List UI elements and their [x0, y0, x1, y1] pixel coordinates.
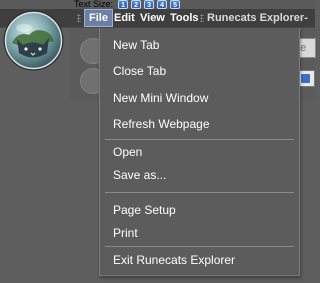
- menu-item-close-tab[interactable]: Close Tab: [113, 64, 166, 78]
- text-size-control: Text Size: 1 2 3 4 5: [74, 0, 183, 9]
- menu-tools[interactable]: Tools: [166, 9, 203, 27]
- menu-item-open[interactable]: Open: [113, 145, 142, 159]
- menubar-grip-icon: [200, 14, 204, 22]
- menu-item-print[interactable]: Print: [113, 226, 138, 240]
- menu-item-new-tab[interactable]: New Tab: [113, 38, 159, 52]
- menu-item-refresh-webpage[interactable]: Refresh Webpage: [113, 117, 210, 131]
- menu-edit[interactable]: Edit: [110, 9, 139, 27]
- menu-item-new-mini-window[interactable]: New Mini Window: [113, 91, 208, 105]
- window-title: Runecats Explorer-: [207, 12, 308, 24]
- text-size-4-button[interactable]: 4: [157, 0, 168, 9]
- menu-separator: [105, 192, 294, 193]
- menu-file[interactable]: File: [84, 9, 113, 27]
- menu-separator: [105, 246, 294, 247]
- text-size-2-button[interactable]: 2: [131, 0, 142, 9]
- menu-item-page-setup[interactable]: Page Setup: [113, 203, 176, 217]
- menu-item-save-as[interactable]: Save as...: [113, 168, 166, 182]
- runecats-logo-icon: [2, 9, 65, 72]
- menu-separator: [105, 139, 294, 140]
- menu-view[interactable]: View: [136, 9, 169, 27]
- menubar-grip-icon: [77, 14, 81, 22]
- text-size-5-button[interactable]: 5: [170, 0, 181, 9]
- file-menu-dropdown: New Tab Close Tab New Mini Window Refres…: [99, 28, 300, 276]
- menu-item-exit[interactable]: Exit Runecats Explorer: [113, 253, 235, 267]
- text-size-1-button[interactable]: 1: [118, 0, 129, 9]
- text-size-label: Text Size:: [74, 0, 114, 9]
- text-size-3-button[interactable]: 3: [144, 0, 155, 9]
